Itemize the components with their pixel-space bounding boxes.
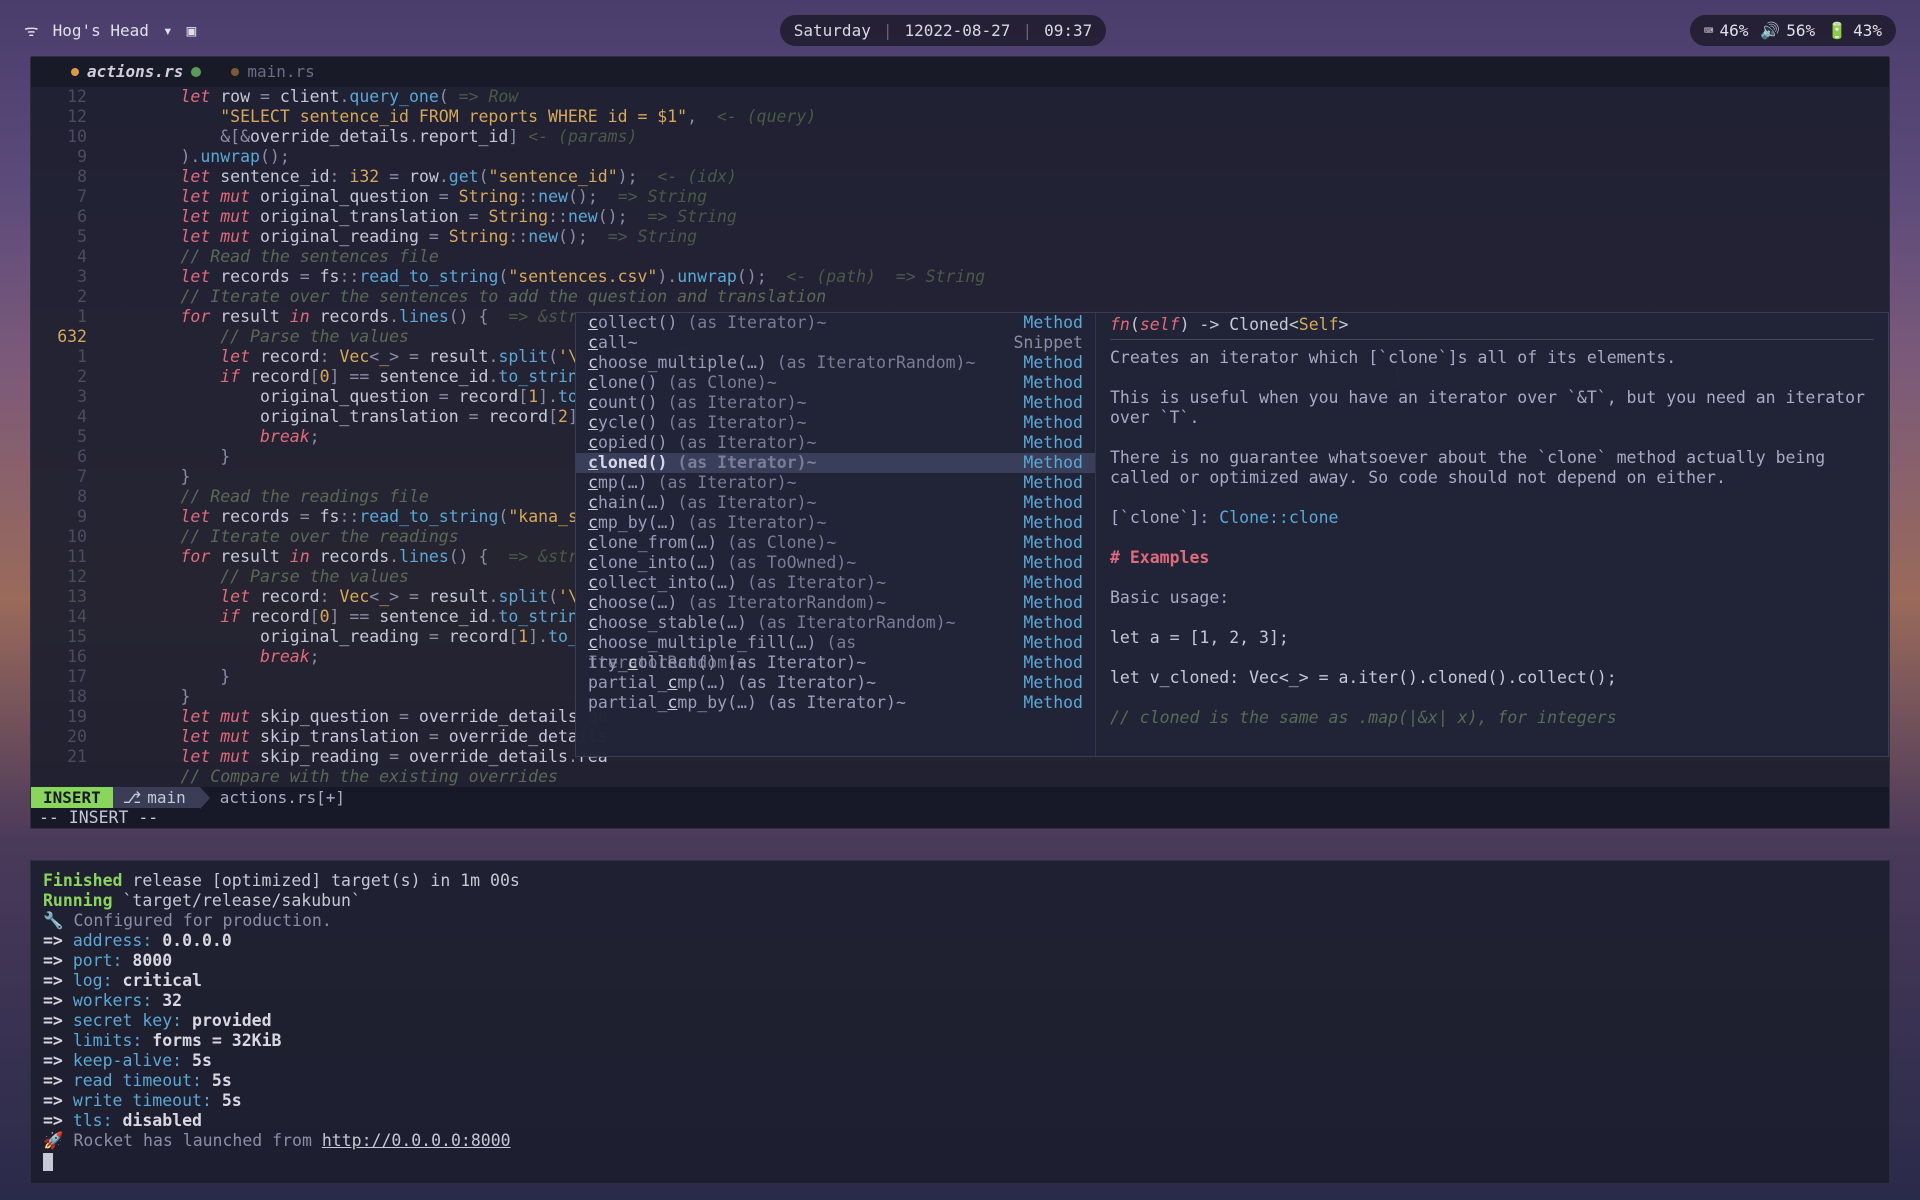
- battery-level: 🔋43%: [1827, 21, 1882, 40]
- completion-item[interactable]: count() (as Iterator)~Method: [576, 393, 1095, 413]
- completion-item[interactable]: chain(…) (as Iterator)~Method: [576, 493, 1095, 513]
- speaker-icon: 🔊: [1760, 21, 1780, 40]
- completion-item[interactable]: copied() (as Iterator)~Method: [576, 433, 1095, 453]
- completion-item[interactable]: call~Snippet: [576, 333, 1095, 353]
- completion-item[interactable]: partial_cmp_by(…) (as Iterator)~Method: [576, 693, 1095, 713]
- tab-main-rs[interactable]: main.rs: [231, 62, 314, 81]
- terminal-window[interactable]: Finished release [optimized] target(s) i…: [30, 860, 1890, 1184]
- completion-item[interactable]: cloned() (as Iterator)~Method: [576, 453, 1095, 473]
- doc-code: let v_cloned: Vec<_> = a.iter().cloned()…: [1110, 668, 1874, 688]
- completion-item[interactable]: cycle() (as Iterator)~Method: [576, 413, 1095, 433]
- completion-item[interactable]: collect_into(…) (as Iterator)~Method: [576, 573, 1095, 593]
- keyboard-icon: ⌨: [1704, 21, 1714, 40]
- completion-popup: collect() (as Iterator)~Methodcall~Snipp…: [575, 312, 1889, 757]
- tab-bar: actions.rs main.rs: [31, 57, 1889, 87]
- line-gutter: 1212109876543216321234567891011121314151…: [31, 87, 101, 787]
- completion-item[interactable]: try_collect() (as Iterator)~Method: [576, 653, 1095, 673]
- doc-paragraph: Creates an iterator which [`clone`]s all…: [1110, 348, 1874, 368]
- completion-item[interactable]: clone() (as Clone)~Method: [576, 373, 1095, 393]
- completion-item[interactable]: choose_multiple(…) (as IteratorRandom)~M…: [576, 353, 1095, 373]
- doc-paragraph: This is useful when you have an iterator…: [1110, 388, 1874, 428]
- screen-icon[interactable]: ▣: [187, 21, 197, 40]
- doc-paragraph: Basic usage:: [1110, 588, 1874, 608]
- doc-signature: fn(self) -> Cloned<Self>: [1110, 315, 1874, 340]
- clock-time: 09:37: [1044, 21, 1092, 40]
- command-line[interactable]: -- INSERT --: [31, 808, 1889, 828]
- code-area[interactable]: 1212109876543216321234567891011121314151…: [31, 87, 1889, 787]
- clock-day: Saturday: [794, 21, 871, 40]
- completion-item[interactable]: choose_stable(…) (as IteratorRandom)~Met…: [576, 613, 1095, 633]
- completion-item[interactable]: clone_from(…) (as Clone)~Method: [576, 533, 1095, 553]
- rust-icon: [71, 68, 79, 76]
- doc-examples-heading: # Examples: [1110, 548, 1874, 568]
- doc-code: // cloned is the same as .map(|&x| x), f…: [1110, 708, 1874, 728]
- status-line: INSERT ⎇ main actions.rs[+]: [31, 787, 1889, 809]
- editor-window: actions.rs main.rs 121210987654321632123…: [30, 56, 1890, 829]
- status-filename: actions.rs[+]: [200, 788, 345, 807]
- completion-item[interactable]: collect() (as Iterator)~Method: [576, 313, 1095, 333]
- battery-icon: 🔋: [1827, 21, 1847, 40]
- terminal-cursor: [43, 1153, 53, 1171]
- doc-link: [`clone`]: Clone::clone: [1110, 508, 1874, 528]
- dropdown-icon[interactable]: ▾: [163, 21, 173, 40]
- modified-icon: [191, 67, 201, 77]
- wifi-icon: ᯤ: [24, 19, 39, 41]
- branch-icon: ⎇: [123, 788, 141, 807]
- doc-code: let a = [1, 2, 3];: [1110, 628, 1874, 648]
- doc-paragraph: There is no guarantee whatsoever about t…: [1110, 448, 1874, 488]
- completion-item[interactable]: cmp_by(…) (as Iterator)~Method: [576, 513, 1095, 533]
- rust-icon: [231, 68, 239, 76]
- completion-list[interactable]: collect() (as Iterator)~Methodcall~Snipp…: [576, 313, 1096, 756]
- completion-item[interactable]: cmp(…) (as Iterator)~Method: [576, 473, 1095, 493]
- completion-item[interactable]: choose(…) (as IteratorRandom)~Method: [576, 593, 1095, 613]
- volume-level: 🔊56%: [1760, 21, 1815, 40]
- completion-item[interactable]: partial_cmp(…) (as Iterator)~Method: [576, 673, 1095, 693]
- completion-doc: fn(self) -> Cloned<Self> Creates an iter…: [1096, 313, 1888, 756]
- completion-item[interactable]: choose_multiple_fill(…) (as IteratorRand…: [576, 633, 1095, 653]
- tab-actions-rs[interactable]: actions.rs: [71, 62, 201, 81]
- launch-url[interactable]: http://0.0.0.0:8000: [322, 1131, 511, 1150]
- clock-pill: Saturday | 12022-08-27 | 09:37: [780, 15, 1106, 46]
- menubar: ᯤ Hog's Head ▾ ▣ Saturday | 12022-08-27 …: [0, 12, 1920, 48]
- mode-badge: INSERT: [31, 787, 113, 809]
- keyboard-battery: ⌨46%: [1704, 21, 1749, 40]
- git-branch: ⎇ main: [113, 787, 200, 809]
- completion-item[interactable]: clone_into(…) (as ToOwned)~Method: [576, 553, 1095, 573]
- clock-date: 12022-08-27: [904, 21, 1010, 40]
- wifi-name: Hog's Head: [53, 21, 149, 40]
